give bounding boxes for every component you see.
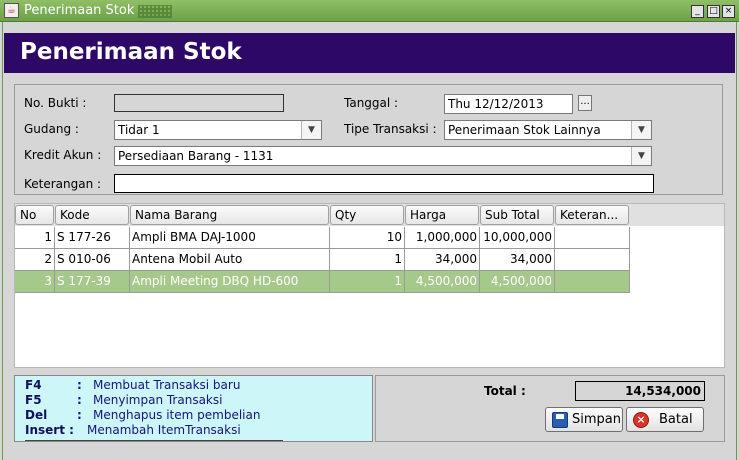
cell-keterangan (555, 271, 630, 293)
chevron-down-icon[interactable]: ▼ (631, 147, 651, 165)
maximize-button[interactable]: □ (707, 5, 720, 18)
cell-nama-barang: Ampli BMA DAJ-1000 (130, 227, 330, 249)
column-header-keterangan[interactable]: Keteran... (555, 205, 629, 225)
keterangan-label: Keterangan : (24, 177, 102, 191)
column-header-no[interactable]: No (15, 205, 54, 225)
column-header-harga[interactable]: Harga (405, 205, 479, 225)
cell-kode: S 177-39 (55, 271, 130, 293)
chevron-down-icon[interactable]: ▼ (631, 121, 651, 139)
java-cup-icon: ☕ (4, 3, 19, 18)
cell-sub-total: 4,500,000 (480, 271, 555, 293)
shortcut-key: F5 (25, 393, 42, 407)
table-row[interactable]: 2 S 010-06 Antena Mobil Auto 1 34,000 34… (15, 249, 630, 271)
shortcut-separator: : (77, 408, 82, 422)
column-header-sub-total[interactable]: Sub Total (480, 205, 554, 225)
shortcut-key: Insert : (25, 423, 74, 437)
total-value: 14,534,000 (575, 381, 705, 401)
page-title: Penerimaan Stok (20, 39, 242, 65)
cell-harga: 1,000,000 (405, 227, 480, 249)
shortcut-key: Del (25, 408, 48, 422)
cell-keterangan (555, 227, 630, 249)
kredit-akun-value: Persediaan Barang - 1131 (118, 149, 274, 163)
tipe-transaksi-label: Tipe Transaksi : (344, 122, 437, 136)
keterangan-input[interactable] (114, 174, 654, 193)
shortcut-desc: Membuat Transaksi baru (93, 378, 241, 392)
shortcut-key: F4 (25, 378, 42, 392)
cell-qty: 1 (330, 249, 405, 271)
divider (25, 440, 283, 441)
gudang-label: Gudang : (24, 122, 79, 136)
cell-kode: S 010-06 (55, 249, 130, 271)
items-table[interactable]: No Kode Nama Barang Qty Harga Sub Total … (14, 203, 725, 368)
cell-keterangan (555, 249, 630, 271)
table-row[interactable]: 1 S 177-26 Ampli BMA DAJ-1000 10 1,000,0… (15, 227, 630, 249)
cell-sub-total: 34,000 (480, 249, 555, 271)
kredit-akun-select[interactable]: Persediaan Barang - 1131 ▼ (114, 146, 652, 166)
cell-no: 2 (15, 249, 55, 271)
cell-no: 1 (15, 227, 55, 249)
close-button[interactable]: × (722, 5, 735, 18)
titlebar-grip (138, 5, 172, 18)
minimize-button[interactable]: _ (691, 5, 704, 18)
cell-nama-barang: Antena Mobil Auto (130, 249, 330, 271)
save-button-label: Simpan (572, 412, 621, 427)
chevron-down-icon[interactable]: ▼ (301, 121, 321, 139)
total-label: Total : (484, 384, 526, 398)
cell-kode: S 177-26 (55, 227, 130, 249)
page-header: Penerimaan Stok (4, 33, 735, 73)
date-picker-button[interactable]: ... (578, 95, 592, 111)
shortcut-desc: Menghapus item pembelian (93, 408, 261, 422)
save-button[interactable]: Simpan (545, 407, 623, 432)
cell-harga: 34,000 (405, 249, 480, 271)
shortcut-separator: : (77, 378, 82, 392)
shortcut-desc: Menyimpan Transaksi (93, 393, 223, 407)
cancel-button-label: Batal (659, 412, 693, 427)
kredit-akun-label: Kredit Akun : (24, 148, 102, 162)
tipe-transaksi-value: Penerimaan Stok Lainnya (448, 123, 601, 137)
table-row-selected[interactable]: 3 S 177-39 Ampli Meeting DBQ HD-600 1 4,… (15, 271, 630, 293)
gudang-value: Tidar 1 (118, 123, 160, 137)
floppy-disk-icon (552, 412, 568, 428)
shortcut-separator: : (77, 393, 82, 407)
cancel-x-icon: × (633, 412, 649, 428)
column-header-kode[interactable]: Kode (55, 205, 129, 225)
window-titlebar[interactable]: ☕ Penerimaan Stok _ □ × (0, 0, 739, 22)
column-header-nama-barang[interactable]: Nama Barang (130, 205, 329, 225)
shortcut-desc: Menambah ItemTransaksi (87, 423, 241, 437)
cancel-button[interactable]: × Batal (626, 407, 704, 432)
tipe-transaksi-select[interactable]: Penerimaan Stok Lainnya ▼ (444, 120, 652, 140)
cell-sub-total: 10,000,000 (480, 227, 555, 249)
cell-nama-barang: Ampli Meeting DBQ HD-600 (130, 271, 330, 293)
gudang-select[interactable]: Tidar 1 ▼ (114, 120, 322, 140)
no-bukti-label: No. Bukti : (24, 96, 87, 110)
tanggal-label: Tanggal : (344, 96, 399, 110)
cell-qty: 10 (330, 227, 405, 249)
tanggal-field[interactable]: Thu 12/12/2013 (444, 94, 573, 114)
cell-qty: 1 (330, 271, 405, 293)
cell-harga: 4,500,000 (405, 271, 480, 293)
totals-panel: Total : 14,534,000 Simpan × Batal (375, 375, 725, 442)
cell-no: 3 (15, 271, 55, 293)
no-bukti-field[interactable] (114, 94, 284, 112)
table-header: No Kode Nama Barang Qty Harga Sub Total … (15, 204, 724, 226)
column-header-qty[interactable]: Qty (330, 205, 404, 225)
shortcut-help-panel: F4 : Membuat Transaksi baru F5 : Menyimp… (14, 375, 373, 442)
window-title: Penerimaan Stok (24, 3, 135, 18)
